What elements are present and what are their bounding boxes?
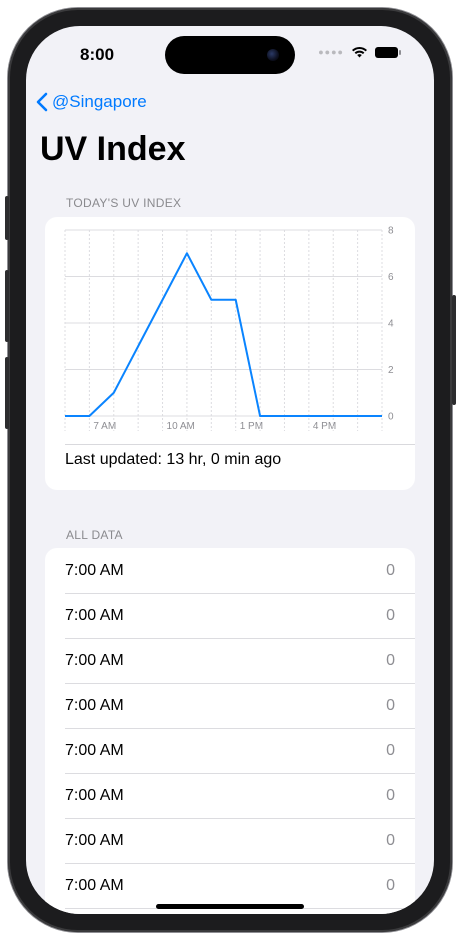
y-tick-label: 0 xyxy=(388,412,394,423)
x-tick-label: 4 PM xyxy=(313,421,336,432)
row-time: 7:00 AM xyxy=(65,741,124,759)
chevron-left-icon xyxy=(36,92,48,112)
row-value: 0 xyxy=(386,606,395,624)
divider xyxy=(65,444,415,445)
action-button xyxy=(5,196,9,240)
list-row[interactable]: 7:00 AM 0 xyxy=(65,728,415,774)
x-tick-label: 1 PM xyxy=(240,421,263,432)
camera-lens xyxy=(267,49,279,61)
back-label: @Singapore xyxy=(52,92,147,111)
y-tick-label: 8 xyxy=(388,226,394,237)
list-row[interactable]: 7:00 AM 0 xyxy=(65,593,415,639)
power-button xyxy=(452,295,456,405)
list-row[interactable]: 7:00 AM 0 xyxy=(65,683,415,729)
volume-down-button xyxy=(5,357,9,429)
cellular-signal-icon: ●●●● xyxy=(318,47,344,57)
list-row[interactable]: 7:00 AM 0 xyxy=(65,548,415,594)
back-button[interactable]: @Singapore xyxy=(36,92,147,112)
list-section-header: ALL DATA xyxy=(66,528,123,542)
battery-icon xyxy=(375,46,401,58)
row-time: 7:00 AM xyxy=(65,831,124,849)
uv-line xyxy=(65,252,382,417)
status-indicators: ●●●● xyxy=(318,46,401,58)
last-updated-text: Last updated: 13 hr, 0 min ago xyxy=(65,451,282,468)
home-indicator[interactable] xyxy=(156,904,304,909)
row-time: 7:00 AM xyxy=(65,696,124,714)
row-value: 0 xyxy=(386,561,395,579)
row-time: 7:00 AM xyxy=(65,606,124,624)
list-row[interactable]: 7:00 AM 0 xyxy=(65,638,415,684)
chart-section-header: TODAY'S UV INDEX xyxy=(66,196,182,210)
y-tick-label: 2 xyxy=(388,365,394,376)
wifi-icon xyxy=(352,46,367,58)
row-value: 0 xyxy=(386,876,395,894)
list-row[interactable]: 7:00 AM 0 xyxy=(65,863,415,909)
all-data-list: 7:00 AM 0 7:00 AM 0 7:00 AM 0 7:00 AM 0 7:00 AM 0… xyxy=(45,548,415,914)
y-tick-label: 4 xyxy=(388,319,394,330)
row-value: 0 xyxy=(386,741,395,759)
screen: 8:00 ●●●● @Singapore UV Index TODAY'S UV… xyxy=(26,26,434,914)
dynamic-island xyxy=(165,36,295,74)
row-value: 0 xyxy=(386,696,395,714)
row-time: 7:00 AM xyxy=(65,561,124,579)
volume-up-button xyxy=(5,270,9,342)
page-title: UV Index xyxy=(40,130,186,168)
row-value: 0 xyxy=(386,651,395,669)
row-time: 7:00 AM xyxy=(65,651,124,669)
list-row[interactable]: 7:00 AM 0 xyxy=(65,773,415,819)
uv-chart: 0 2 4 6 8 7 AM 10 AM 1 PM 4 PM xyxy=(64,226,394,432)
status-time: 8:00 xyxy=(80,45,115,64)
list-row[interactable]: 7:00 AM 0 xyxy=(65,818,415,864)
uv-chart-card: 0 2 4 6 8 7 AM 10 AM 1 PM 4 PM Last updated: 13 … xyxy=(45,217,415,490)
x-tick-label: 10 AM xyxy=(167,421,195,432)
row-value: 0 xyxy=(386,786,395,804)
x-tick-label: 7 AM xyxy=(93,421,116,432)
row-time: 7:00 AM xyxy=(65,876,124,894)
row-value: 0 xyxy=(386,831,395,849)
y-tick-label: 6 xyxy=(388,272,394,283)
row-time: 7:00 AM xyxy=(65,786,124,804)
